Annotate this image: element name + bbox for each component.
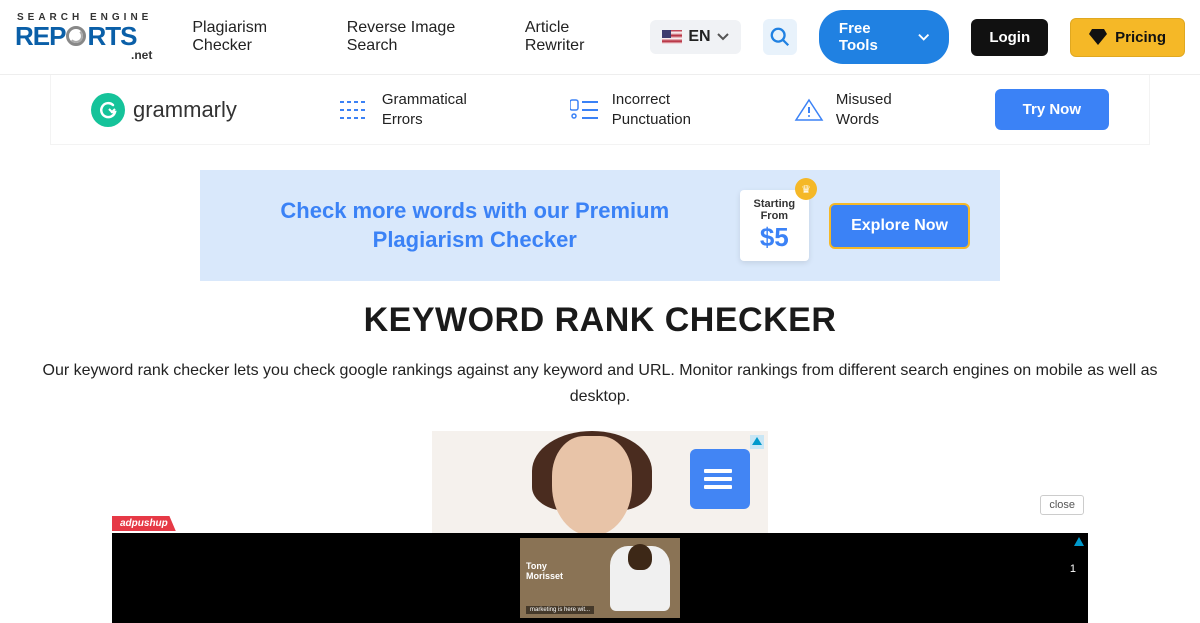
promo-headline: Check more words with our PremiumPlagiar… [230, 197, 720, 254]
sticky-bottom-ad[interactable]: 1 TonyMorisset marketing is here wit... [112, 533, 1088, 623]
login-button[interactable]: Login [971, 19, 1048, 56]
page-title: KEYWORD RANK CHECKER [0, 301, 1200, 340]
grammarly-banner[interactable]: grammarly GrammaticalErrors IncorrectPun… [50, 75, 1150, 145]
chevron-down-icon [918, 33, 929, 41]
warning-icon [794, 98, 824, 122]
chevron-down-icon [717, 33, 729, 41]
nav-reverse-image[interactable]: Reverse Image Search [347, 19, 503, 55]
lines-icon [340, 98, 370, 122]
page-description: Our keyword rank checker lets you check … [20, 358, 1180, 409]
price-value: $5 [754, 222, 796, 253]
us-flag-icon [662, 30, 682, 44]
adpushup-badge: adpushup [112, 516, 176, 531]
feature-punctuation: IncorrectPunctuation [570, 90, 691, 129]
document-icon [690, 449, 750, 509]
feature-misused-words: MisusedWords [794, 90, 892, 129]
logo-main-text: REPRTS [15, 23, 152, 49]
logo-tld: .net [15, 49, 152, 61]
nav-plagiarism-checker[interactable]: Plagiarism Checker [192, 19, 324, 55]
site-logo[interactable]: SEARCH ENGINE REPRTS .net [15, 13, 152, 61]
ad-counter: 1 [1070, 563, 1076, 575]
feature-grammatical-errors: GrammaticalErrors [340, 90, 467, 129]
inline-ad[interactable] [432, 431, 768, 544]
premium-promo-banner: Check more words with our PremiumPlagiar… [200, 170, 1000, 281]
adchoices-icon[interactable] [1074, 537, 1084, 546]
pricing-button[interactable]: Pricing [1070, 18, 1185, 57]
diamond-icon [1089, 29, 1107, 45]
price-card: ♛ StartingFrom $5 [740, 190, 810, 261]
nav-article-rewriter[interactable]: Article Rewriter [525, 19, 628, 55]
adchoices-icon[interactable] [750, 435, 764, 449]
free-tools-button[interactable]: Free Tools [819, 10, 949, 64]
crown-icon: ♛ [795, 178, 817, 200]
language-selector[interactable]: EN [650, 20, 740, 54]
close-ad-button[interactable]: close [1040, 495, 1084, 515]
language-code: EN [688, 28, 710, 46]
punctuation-icon [570, 98, 600, 122]
try-now-button[interactable]: Try Now [995, 89, 1109, 130]
grammarly-logo: grammarly [91, 93, 237, 127]
explore-now-button[interactable]: Explore Now [829, 203, 970, 249]
search-icon [769, 26, 791, 48]
search-button[interactable] [763, 19, 797, 55]
